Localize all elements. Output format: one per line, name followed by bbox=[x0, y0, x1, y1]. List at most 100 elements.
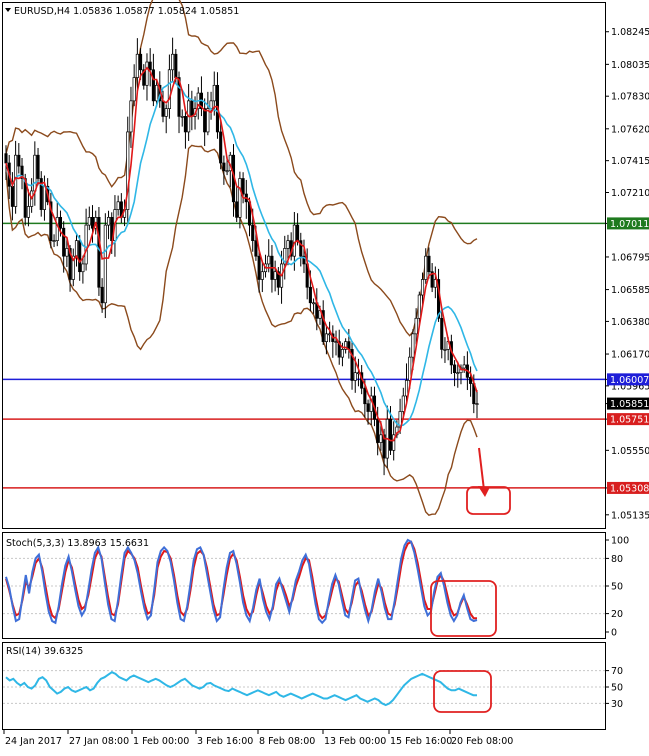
price-tick-label: 1.07210 bbox=[611, 188, 649, 199]
candle-body bbox=[324, 333, 328, 342]
candle-body bbox=[17, 154, 21, 167]
candle-body bbox=[388, 418, 393, 451]
candle-body bbox=[376, 418, 380, 443]
candle-body bbox=[164, 108, 168, 117]
price-tick-label: 1.07415 bbox=[611, 156, 649, 167]
candle-body bbox=[404, 380, 409, 397]
candle-body bbox=[292, 224, 296, 257]
candle-body bbox=[90, 216, 95, 229]
candle-body bbox=[462, 364, 466, 369]
candle-body bbox=[469, 376, 473, 384]
level-tag-label: 1.07011 bbox=[610, 219, 649, 230]
price-tick-label: 1.05135 bbox=[611, 510, 649, 521]
symbol-header: EURUSD,H4 1.05836 1.05877 1.05824 1.0585… bbox=[14, 6, 239, 17]
candle-body bbox=[475, 403, 479, 405]
time-tick-label: 20 Feb 08:00 bbox=[451, 736, 513, 747]
candle-body bbox=[135, 53, 139, 78]
candle-body bbox=[340, 349, 344, 358]
price-tick-label: 1.06585 bbox=[611, 285, 649, 296]
candle-body bbox=[190, 100, 194, 117]
osc-tick-label: 0 bbox=[611, 628, 617, 639]
candle-body bbox=[33, 154, 37, 192]
candle-body bbox=[254, 240, 258, 257]
candle-body bbox=[100, 286, 104, 304]
candle-body bbox=[183, 116, 187, 133]
time-tick-label: 27 Jan 08:00 bbox=[69, 736, 129, 747]
price-tick-label: 1.08245 bbox=[611, 27, 649, 38]
candle-body bbox=[42, 185, 46, 210]
candle-body bbox=[417, 294, 421, 319]
candle-body bbox=[273, 271, 277, 280]
candle-body bbox=[206, 108, 210, 133]
candle-body bbox=[401, 395, 405, 412]
candle-body bbox=[103, 224, 107, 304]
time-tick-label: 3 Feb 16:00 bbox=[197, 736, 253, 747]
candle-body bbox=[456, 372, 460, 375]
candle-body bbox=[129, 100, 133, 133]
chart-canvas: 1.08245 1.08035 1.07830 1.07620 1.07415 1.072… bbox=[0, 0, 649, 751]
candle-body bbox=[58, 216, 63, 229]
time-tick-label: 13 Feb 00:00 bbox=[324, 736, 386, 747]
candle-body bbox=[116, 201, 120, 210]
candle-body bbox=[286, 240, 290, 249]
candle-body bbox=[87, 216, 91, 226]
price-tick-label: 1.07830 bbox=[611, 92, 649, 103]
candle-body bbox=[379, 434, 383, 443]
candle-body bbox=[52, 240, 56, 242]
price-tick-label: 1.07620 bbox=[611, 124, 649, 135]
candle-body bbox=[74, 240, 79, 257]
candle-body bbox=[65, 248, 69, 257]
candle-body bbox=[62, 227, 66, 257]
candle-body bbox=[151, 69, 155, 102]
candle-body bbox=[353, 372, 357, 381]
price-tick-label: 1.08035 bbox=[611, 60, 649, 71]
candle-body bbox=[420, 279, 425, 296]
price-tick-label: 1.06795 bbox=[611, 252, 649, 263]
candle-body bbox=[334, 341, 338, 343]
candle-body bbox=[212, 84, 216, 102]
candle-body bbox=[132, 77, 136, 102]
time-tick-label: 15 Feb 16:00 bbox=[390, 736, 452, 747]
candle-body bbox=[174, 53, 178, 78]
osc-tick-label: 80 bbox=[611, 554, 623, 565]
candle-body bbox=[203, 108, 207, 133]
candle-body bbox=[167, 69, 171, 109]
candle-body bbox=[453, 364, 457, 374]
candle-body bbox=[97, 216, 101, 288]
candle-body bbox=[26, 206, 30, 218]
osc-tick-label: 30 bbox=[611, 699, 623, 710]
candle-body bbox=[106, 216, 111, 226]
candle-body bbox=[308, 286, 312, 304]
candle-body bbox=[155, 84, 159, 102]
candle-body bbox=[414, 317, 418, 335]
osc-tick-label: 20 bbox=[611, 609, 623, 620]
price-tick-label: 1.05550 bbox=[611, 446, 649, 457]
candle-body bbox=[241, 178, 245, 195]
level-tag-label: 1.05751 bbox=[610, 415, 649, 426]
candle-body bbox=[296, 224, 300, 241]
osc-tick-label: 100 bbox=[611, 536, 629, 547]
candle-body bbox=[251, 224, 255, 241]
price-tick-label: 1.06380 bbox=[611, 317, 649, 328]
time-tick-label: 1 Feb 00:00 bbox=[133, 736, 189, 747]
candle-body bbox=[424, 255, 428, 280]
current-price-label: 1.05851 bbox=[610, 399, 649, 410]
candle-body bbox=[10, 185, 14, 207]
candle-body bbox=[148, 61, 152, 71]
price-tick-label: 1.06170 bbox=[611, 350, 649, 361]
candle-body bbox=[180, 116, 184, 118]
candle-body bbox=[78, 240, 82, 273]
candle-body bbox=[222, 162, 226, 172]
osc-tick-label: 50 bbox=[611, 683, 623, 694]
candle-body bbox=[363, 387, 367, 405]
candle-body bbox=[366, 403, 370, 412]
candle-body bbox=[219, 131, 223, 164]
time-tick-label: 8 Feb 08:00 bbox=[259, 736, 315, 747]
candle-body bbox=[427, 255, 431, 273]
candle-body bbox=[171, 53, 175, 71]
rsi-header: RSI(14) 39.6325 bbox=[6, 646, 83, 657]
level-tag-label: 1.06007 bbox=[610, 375, 649, 386]
candle-body bbox=[257, 255, 261, 280]
stoch-header: Stoch(5,3,3) 13.8963 15.6631 bbox=[6, 538, 149, 549]
candle-body bbox=[139, 53, 143, 71]
